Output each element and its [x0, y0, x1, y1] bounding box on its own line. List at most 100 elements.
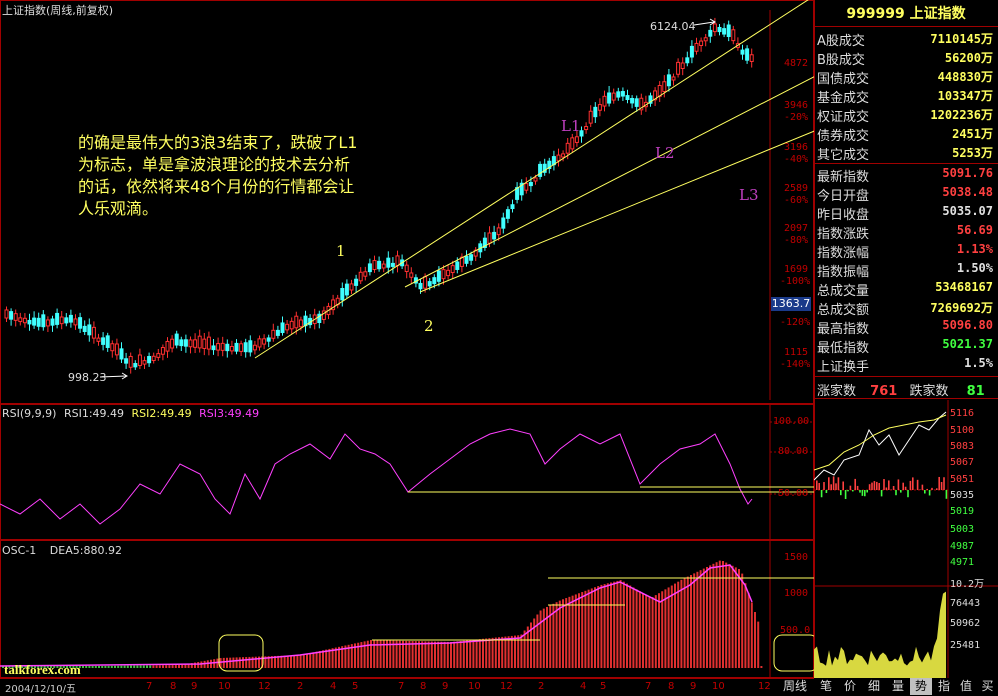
candle-body [502, 218, 505, 228]
quote-row: 最新指数 5091.76 [817, 165, 997, 184]
osc-bar [572, 596, 574, 668]
candle-body [603, 96, 606, 106]
watermark-logo: talkforex.com [4, 662, 81, 678]
osc-bar [738, 569, 740, 668]
osc-bar [543, 609, 545, 668]
candle-body [42, 315, 45, 327]
osc-bar [232, 658, 234, 668]
osc-bar [466, 640, 468, 668]
intraday-breadth-bar [941, 482, 943, 490]
osc-bar [159, 665, 161, 668]
osc-bar [296, 655, 298, 668]
osc-bar [303, 654, 305, 668]
candle-body [134, 364, 137, 367]
osc-bar [648, 597, 650, 668]
osc-bar [626, 584, 628, 668]
osc-bar [482, 639, 484, 668]
rsi-axis-80: 80.00 [778, 446, 808, 457]
candle-body [631, 98, 634, 102]
intraday-breadth-bar [878, 483, 880, 490]
candle-body [129, 356, 132, 367]
high-price-label: 6124.04 [650, 20, 696, 33]
osc-bar [82, 666, 84, 668]
candle-body [451, 266, 454, 273]
row-value: 1.5% [964, 356, 993, 370]
tab-period[interactable]: 周线 [776, 678, 814, 695]
osc-bar [424, 641, 426, 668]
tab-view-6[interactable]: 指 [933, 678, 955, 695]
osc-bar [460, 641, 462, 668]
osc-bar [732, 566, 734, 668]
osc-bar [328, 649, 330, 668]
candle-body [589, 111, 592, 123]
osc-svg[interactable] [0, 540, 814, 678]
osc-bar [143, 665, 145, 668]
candle-body [465, 256, 468, 263]
osc-bar [178, 665, 180, 668]
time-tick: 9 [442, 681, 448, 692]
intraday-breadth-bar [893, 486, 895, 490]
osc-bar [223, 658, 225, 668]
candle-body [594, 107, 597, 116]
intraday-axis-label: 5100 [950, 425, 974, 436]
osc-bar [309, 653, 311, 668]
intraday-breadth-bar [862, 490, 864, 496]
osc-bar [645, 595, 647, 668]
time-tick: 5 [600, 681, 606, 692]
osc-bar [431, 642, 433, 668]
intraday-breadth-bar [823, 482, 825, 490]
osc-bar [757, 622, 759, 668]
candle-body [626, 96, 629, 100]
osc-bar [687, 577, 689, 668]
osc-bar [565, 598, 567, 668]
tab-view-8[interactable]: 买 [977, 678, 998, 695]
candle-body [617, 92, 620, 97]
candle-body [295, 316, 298, 328]
time-tick: 9 [690, 681, 696, 692]
rsi-line [0, 429, 752, 524]
candle-body [442, 270, 445, 279]
osc-bar [540, 611, 542, 669]
osc-bar [658, 593, 660, 668]
tab-view-2[interactable]: 价 [839, 678, 861, 695]
row-label: 其它成交 [817, 144, 869, 163]
tab-view-4[interactable]: 量 [887, 678, 909, 695]
osc-bar [607, 583, 609, 668]
candle-body [88, 325, 91, 335]
candle-body [355, 279, 358, 285]
row-label: 最新指数 [817, 166, 869, 185]
tab-view-5[interactable]: 势 [910, 678, 932, 695]
annotation-line: 为标志，单是拿波浪理论的技术去分析 [78, 154, 357, 176]
rsi-svg[interactable] [0, 404, 814, 540]
breadth-row: 涨家数 761 跌家数 81 [817, 380, 997, 399]
osc-bar [290, 655, 292, 668]
candle-body [704, 38, 707, 41]
candle-body [56, 313, 59, 324]
candle-body [497, 228, 500, 235]
time-tick: 12 [500, 681, 513, 692]
osc-bar [495, 638, 497, 668]
wave-label-l3: L3 [739, 186, 759, 204]
row-label: 国债成交 [817, 68, 869, 87]
tab-view-3[interactable]: 细 [863, 678, 885, 695]
tab-view-1[interactable]: 笔 [815, 678, 837, 695]
osc-bar [559, 601, 561, 668]
intraday-breadth-bar [847, 490, 849, 491]
time-tick: 10 [218, 681, 231, 692]
y-axis-pct: -120% [780, 317, 810, 328]
intraday-breadth-bar [866, 490, 868, 492]
row-value: 5091.76 [942, 166, 993, 180]
osc-bar [98, 666, 100, 668]
quote-row: 指数涨跌56.69 [817, 222, 997, 241]
row-label: 最高指数 [817, 318, 869, 337]
osc-bar [370, 640, 372, 668]
candle-body [746, 49, 749, 60]
intraday-axis-label: 5067 [950, 457, 974, 468]
candle-body [677, 62, 680, 74]
tab-view-7[interactable]: 值 [955, 678, 977, 695]
annotation-line: 的确是最伟大的3浪3结束了，跌破了L1 [78, 132, 357, 154]
intraday-breadth-bar [835, 483, 837, 490]
candle-body [424, 277, 427, 288]
osc-bar [463, 641, 465, 668]
osc-bar [130, 666, 132, 668]
